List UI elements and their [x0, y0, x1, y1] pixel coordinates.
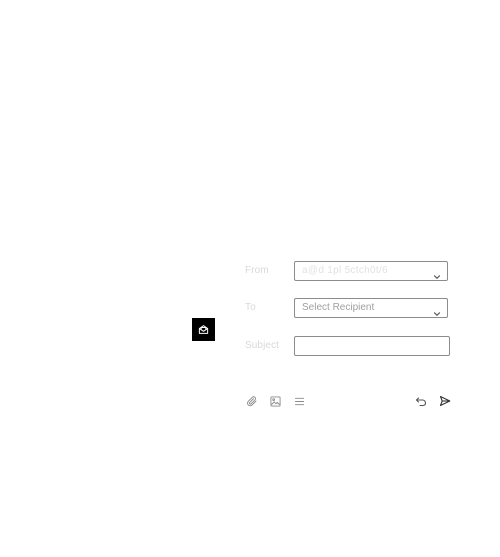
from-label: From — [245, 265, 269, 276]
to-label: To — [245, 302, 256, 313]
to-select-placeholder: Select Recipient — [302, 302, 375, 313]
undo-icon[interactable] — [414, 394, 428, 408]
to-row: To Select Recipient — [245, 298, 451, 320]
subject-field[interactable] — [294, 336, 450, 357]
list-icon[interactable] — [292, 394, 306, 408]
subject-row: Subject — [245, 336, 451, 358]
from-select[interactable]: a@d 1pl 5ctch0t/6 — [294, 261, 448, 281]
chevron-down-icon — [433, 268, 441, 279]
chevron-down-icon — [433, 305, 441, 316]
image-icon[interactable] — [268, 394, 282, 408]
compose-toolbar — [245, 394, 452, 408]
subject-input[interactable] — [295, 338, 449, 357]
send-icon[interactable] — [438, 394, 452, 408]
paperclip-icon[interactable] — [245, 394, 259, 408]
to-select[interactable]: Select Recipient — [294, 298, 448, 318]
from-select-value: a@d 1pl 5ctch0t/6 — [302, 265, 388, 276]
envelope-open-icon — [198, 324, 209, 335]
from-row: From a@d 1pl 5ctch0t/6 — [245, 261, 451, 283]
mail-launcher-button[interactable] — [192, 318, 215, 341]
subject-label: Subject — [245, 340, 280, 351]
